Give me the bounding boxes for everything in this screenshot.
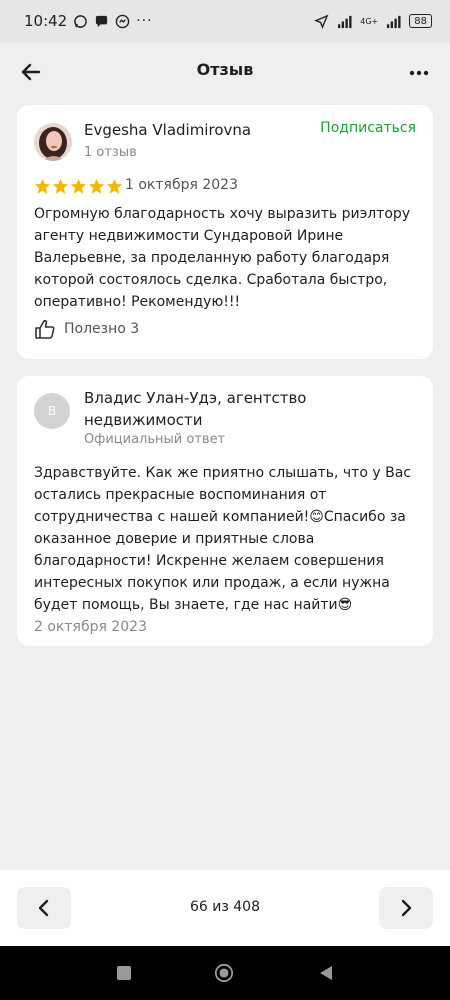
pagination-bar: 66 из 408 — [0, 870, 450, 946]
review-text: Огромную благодарность хочу выразить риэ… — [34, 206, 411, 310]
location-arrow-icon — [314, 14, 329, 29]
square-icon — [117, 966, 131, 980]
reply-text: Здравствуйте. Как же приятно слышать, чт… — [34, 465, 411, 613]
messenger-icon — [115, 14, 130, 28]
star-icon — [70, 178, 87, 194]
arrow-left-icon — [21, 63, 41, 81]
reply-author: Владис Улан-Удэ, агентство недвижимости — [84, 389, 307, 429]
home-button[interactable] — [214, 963, 234, 983]
signal-icon — [387, 15, 401, 28]
star-icon — [34, 178, 51, 194]
back-system-button[interactable] — [316, 963, 336, 983]
back-button[interactable] — [18, 59, 44, 85]
next-review-button[interactable] — [379, 887, 433, 929]
avatar[interactable] — [34, 123, 72, 161]
chevron-right-icon — [401, 899, 412, 917]
status-bar: 10:42 ··· 4G+ 88 — [0, 0, 450, 42]
app-header: Отзыв — [0, 42, 450, 104]
author-name[interactable]: Evgesha Vladimirovna — [84, 121, 251, 139]
chevron-left-icon — [38, 899, 49, 917]
user-photo — [34, 123, 72, 161]
review-card: Evgesha Vladimirovna 1 отзыв Подписаться… — [17, 105, 433, 359]
review-date: 1 октября 2023 — [125, 177, 238, 193]
whatsapp-icon — [74, 14, 88, 28]
more-options-button[interactable] — [406, 60, 432, 86]
network-type-label: 4G+ — [360, 16, 379, 26]
chat-bubble-icon — [96, 15, 108, 27]
battery-icon: 88 — [409, 14, 432, 28]
previous-review-button[interactable] — [17, 887, 71, 929]
more-dots-icon: ··· — [136, 13, 153, 29]
useful-button[interactable]: Полезно 3 — [34, 318, 139, 340]
official-reply-label: Официальный ответ — [84, 432, 226, 447]
reply-date: 2 октября 2023 — [34, 619, 147, 635]
rating-stars — [34, 178, 123, 195]
star-icon — [52, 178, 69, 194]
reply-card: В Владис Улан-Удэ, агентство недвижимост… — [17, 376, 433, 646]
useful-count: Полезно 3 — [64, 321, 140, 337]
circle-home-icon — [214, 963, 234, 983]
author-review-count: 1 отзыв — [84, 145, 137, 160]
subscribe-button[interactable]: Подписаться — [320, 120, 416, 136]
triangle-back-icon — [320, 966, 332, 980]
more-horizontal-icon — [409, 70, 429, 76]
signal-icon — [338, 15, 352, 28]
thumbs-up-icon — [35, 319, 55, 339]
star-icon — [106, 178, 123, 194]
star-icon — [88, 178, 105, 194]
system-navigation-bar — [0, 946, 450, 1000]
status-time: 10:42 — [24, 12, 68, 30]
recents-button[interactable] — [114, 963, 134, 983]
reply-avatar: В — [34, 393, 70, 429]
page-title: Отзыв — [196, 60, 254, 79]
